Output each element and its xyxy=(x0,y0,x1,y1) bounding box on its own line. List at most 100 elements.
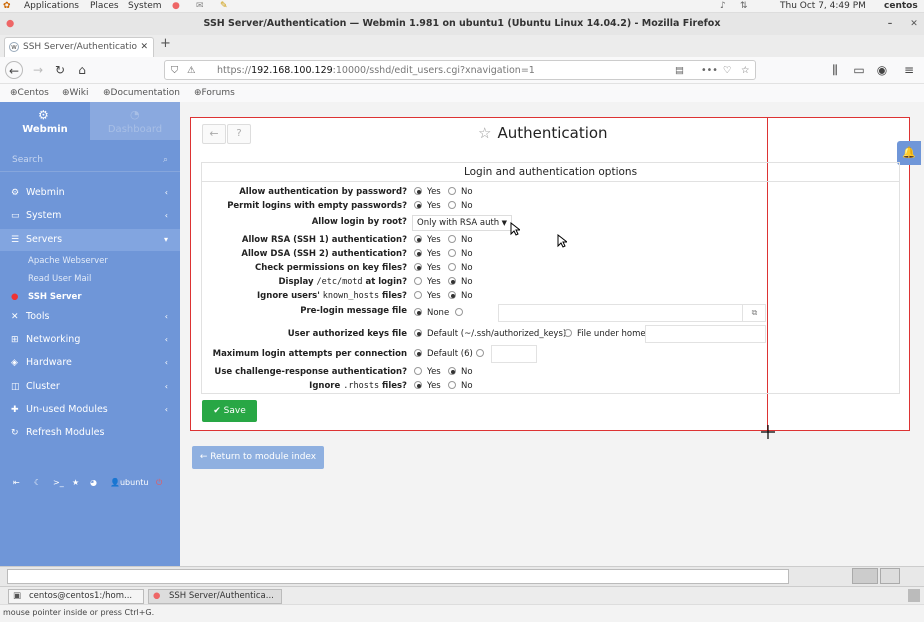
menu-applications[interactable]: Applications xyxy=(24,0,79,13)
sidebar-sub-read-mail[interactable]: Read User Mail xyxy=(0,270,180,288)
menu-places[interactable]: Places xyxy=(90,0,119,13)
forward-icon[interactable]: → xyxy=(29,61,47,79)
bookmark-centos[interactable]: ⊕ Centos xyxy=(10,84,49,102)
bookmark-documentation[interactable]: ⊕ Documentation xyxy=(103,84,180,102)
close-window-icon[interactable]: ✕ xyxy=(908,18,920,30)
help-button[interactable]: ? xyxy=(227,124,251,144)
reader-view-icon[interactable]: ▤ xyxy=(675,61,684,80)
theme-icon[interactable]: ◕ xyxy=(90,473,97,493)
sidebar-item-hardware[interactable]: ◈ Hardware ‹ xyxy=(0,352,180,374)
return-to-module-index-button[interactable]: ← Return to module index xyxy=(192,446,324,469)
volume-icon[interactable]: ♪ xyxy=(720,0,726,13)
sidebar-item-servers[interactable]: ☰ Servers ▾ xyxy=(0,229,180,251)
home-icon[interactable]: ⌂ xyxy=(73,61,91,79)
radio-rsa-yes[interactable]: Yes xyxy=(414,234,441,247)
menu-system[interactable]: System xyxy=(128,0,162,13)
sidebar-search[interactable]: Search ⌕ xyxy=(0,150,180,172)
radio-challenge-yes[interactable]: Yes xyxy=(414,366,441,379)
editor-launcher-icon[interactable]: ✎ xyxy=(220,0,228,13)
minimize-icon[interactable]: – xyxy=(884,18,896,30)
radio-rhosts-no[interactable]: No xyxy=(448,380,473,393)
user-name[interactable]: centos xyxy=(884,0,918,13)
radio-allow-password-yes[interactable]: Yes xyxy=(414,186,441,199)
logout-icon[interactable]: ⏻ xyxy=(156,473,162,493)
sidebar-item-cluster[interactable]: ◫ Cluster ‹ xyxy=(0,376,180,398)
sidebar-tab-webmin[interactable]: ⚙ Webmin xyxy=(0,102,90,140)
url-bar[interactable]: ⛉ ⚠ https://192.168.100.129:10000/sshd/e… xyxy=(164,60,756,80)
lock-warning-icon[interactable]: ⚠ xyxy=(187,61,196,80)
label-check-permissions: Check permissions on key files? xyxy=(255,263,407,273)
favorites-star-icon[interactable]: ★ xyxy=(72,473,79,493)
bookmark-star-icon[interactable]: ☆ xyxy=(741,61,750,80)
terminal-icon[interactable]: >_ xyxy=(53,473,64,493)
radio-check-permissions-yes[interactable]: Yes xyxy=(414,262,441,275)
menu-icon[interactable]: ≡ xyxy=(900,61,918,79)
reload-icon[interactable]: ↻ xyxy=(51,61,69,79)
root-login-select[interactable]: Only with RSA auth ▼ xyxy=(412,215,512,231)
radio-dsa-yes[interactable]: Yes xyxy=(414,248,441,261)
radio-authkeys-home[interactable]: File under home xyxy=(564,328,646,341)
sidebar-item-networking[interactable]: ⊞ Networking ‹ xyxy=(0,329,180,351)
close-tab-icon[interactable]: ✕ xyxy=(140,38,148,57)
find-input[interactable] xyxy=(7,569,789,584)
sidebar-item-unused[interactable]: ✚ Un-used Modules ‹ xyxy=(0,399,180,421)
window-title-bar[interactable]: ● SSH Server/Authentication — Webmin 1.9… xyxy=(0,13,924,35)
collapse-icon[interactable]: ⇤ xyxy=(13,473,20,493)
file-chooser-icon[interactable]: ⧉ xyxy=(742,304,766,322)
user-account[interactable]: 👤 ubuntu xyxy=(110,473,148,493)
radio-allow-password-no[interactable]: No xyxy=(448,186,473,199)
radio-authkeys-default[interactable]: Default (~/.ssh/authorized_keys) xyxy=(414,328,566,341)
foot-icon[interactable]: ✿ xyxy=(3,0,11,13)
new-tab-icon[interactable]: + xyxy=(160,36,171,51)
radio-known-hosts-yes[interactable]: Yes xyxy=(414,290,441,303)
mail-launcher-icon[interactable]: ✉ xyxy=(196,0,204,13)
sidebar-sub-ssh[interactable]: ● SSH Server xyxy=(0,288,180,306)
radio-maxlogin-default[interactable]: Default (6) xyxy=(414,348,473,361)
find-next-button[interactable] xyxy=(880,568,900,584)
radio-motd-yes[interactable]: Yes xyxy=(414,276,441,289)
back-icon[interactable]: ← xyxy=(5,61,23,79)
taskbar-terminal[interactable]: ▣ centos@centos1:/hom... xyxy=(8,589,144,604)
radio-prelogin-none[interactable]: None xyxy=(414,307,449,320)
bookmark-forums[interactable]: ⊕ Forums xyxy=(194,84,235,102)
page-actions-icon[interactable]: ••• xyxy=(701,61,718,80)
sidebar-toggle-icon[interactable]: ▭ xyxy=(850,61,868,79)
radio-maxlogin-custom[interactable] xyxy=(476,348,489,361)
sidebar-sub-apache[interactable]: Apache Webserver xyxy=(0,252,180,270)
shield-icon[interactable]: ⛉ xyxy=(171,61,178,80)
authkeys-file-input[interactable] xyxy=(645,325,766,343)
sidebar-item-system[interactable]: ▭ System ‹ xyxy=(0,205,180,227)
notifications-bell-icon[interactable]: 🔔 xyxy=(897,141,921,165)
workspace-switcher[interactable] xyxy=(908,589,920,602)
sidebar-item-tools[interactable]: ✕ Tools ‹ xyxy=(0,306,180,328)
radio-empty-passwords-no[interactable]: No xyxy=(448,200,473,213)
maxlogin-input[interactable] xyxy=(491,345,537,363)
browser-tab[interactable]: w SSH Server/Authenticatio ✕ xyxy=(4,37,154,57)
night-mode-icon[interactable]: ☾ xyxy=(34,473,41,493)
prelogin-file-input[interactable] xyxy=(498,304,766,322)
back-button[interactable]: ← xyxy=(202,124,226,144)
sidebar-item-webmin[interactable]: ⚙ Webmin ‹ xyxy=(0,182,180,204)
account-icon[interactable]: ◉ xyxy=(873,61,891,79)
radio-motd-no[interactable]: No xyxy=(448,276,473,289)
radio-rsa-no[interactable]: No xyxy=(448,234,473,247)
save-button[interactable]: ✔ Save xyxy=(202,400,257,422)
radio-challenge-no[interactable]: No xyxy=(448,366,473,379)
taskbar-firefox[interactable]: ● SSH Server/Authentica... xyxy=(148,589,282,604)
network-status-icon[interactable]: ⇅ xyxy=(740,0,748,13)
radio-empty-passwords-yes[interactable]: Yes xyxy=(414,200,441,213)
radio-dsa-no[interactable]: No xyxy=(448,248,473,261)
clock[interactable]: Thu Oct 7, 4:49 PM xyxy=(780,0,866,13)
firefox-launcher-icon[interactable]: ● xyxy=(172,0,180,13)
radio-check-permissions-no[interactable]: No xyxy=(448,262,473,275)
sidebar-item-refresh[interactable]: ↻ Refresh Modules xyxy=(0,422,180,444)
radio-rhosts-yes[interactable]: Yes xyxy=(414,380,441,393)
find-prev-button[interactable] xyxy=(852,568,878,584)
radio-prelogin-file[interactable] xyxy=(455,307,468,320)
sidebar-tab-dashboard[interactable]: ◔ Dashboard xyxy=(90,102,180,140)
library-icon[interactable]: ⫼ xyxy=(826,61,844,79)
favorite-star-icon[interactable]: ☆ xyxy=(478,124,491,142)
bookmark-wiki[interactable]: ⊕ Wiki xyxy=(62,84,88,102)
radio-known-hosts-no[interactable]: No xyxy=(448,290,473,303)
pocket-icon[interactable]: ♡ xyxy=(723,61,732,80)
